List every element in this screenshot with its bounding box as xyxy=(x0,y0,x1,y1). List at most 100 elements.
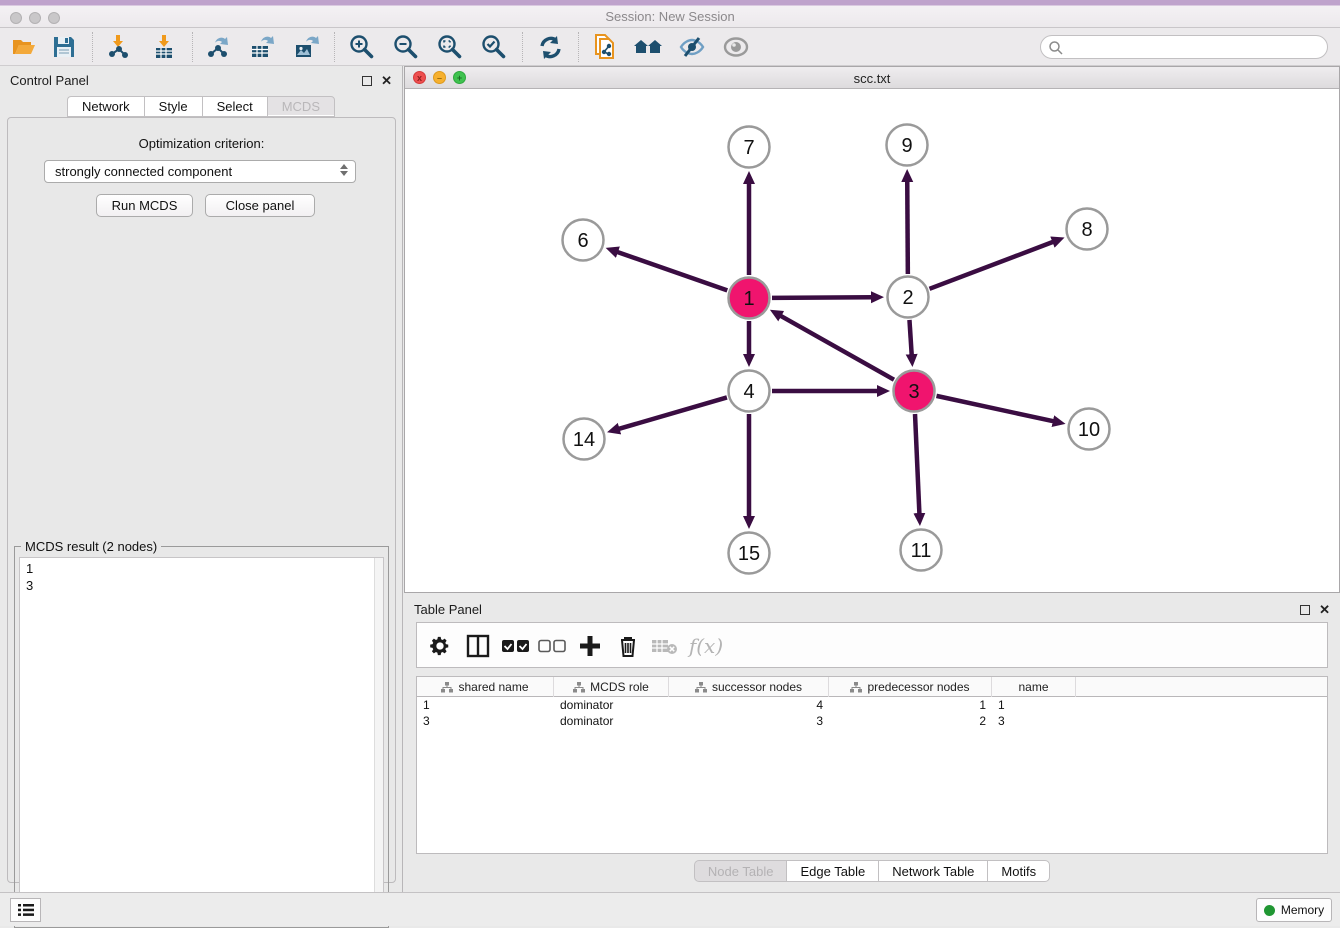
memory-button[interactable]: Memory xyxy=(1256,898,1332,922)
table-cell[interactable]: 3 xyxy=(992,713,1076,729)
zoom-out-button[interactable] xyxy=(388,31,424,63)
table-cell[interactable]: 1 xyxy=(992,697,1076,713)
close-panel-icon[interactable]: ✕ xyxy=(381,73,392,89)
show-all-networks-button[interactable] xyxy=(630,31,666,63)
delete-column-button[interactable] xyxy=(613,631,643,661)
column-header-MCDS-role[interactable]: MCDS role xyxy=(554,677,669,697)
table-cell[interactable]: 4 xyxy=(669,697,829,713)
edge-1-6[interactable] xyxy=(617,252,727,291)
mcds-result-textarea[interactable]: 1 3 xyxy=(19,557,384,923)
delete-table-icon xyxy=(652,637,678,655)
node-table-body: 1dominator4113dominator323 xyxy=(417,697,1327,729)
attribute-icon xyxy=(850,682,862,693)
table-settings-button[interactable] xyxy=(425,631,455,661)
edge-2-9[interactable] xyxy=(907,181,908,274)
table-row[interactable]: 1dominator411 xyxy=(417,697,1327,713)
zoom-selected-button[interactable] xyxy=(476,31,512,63)
close-table-panel-icon[interactable]: ✕ xyxy=(1319,602,1330,618)
tab-style[interactable]: Style xyxy=(144,96,202,117)
empty-boxes-icon xyxy=(538,638,566,654)
table-cell[interactable]: 3 xyxy=(669,713,829,729)
tab-motifs[interactable]: Motifs xyxy=(987,860,1050,882)
edge-3-11[interactable] xyxy=(915,414,919,514)
tab-edge-table[interactable]: Edge Table xyxy=(786,860,878,882)
tab-node-table[interactable]: Node Table xyxy=(694,860,787,882)
toolbar-separator xyxy=(578,32,579,62)
eye-icon xyxy=(722,35,750,59)
tab-select[interactable]: Select xyxy=(202,96,267,117)
table-cell[interactable]: 2 xyxy=(829,713,992,729)
mcds-result-title: MCDS result (2 nodes) xyxy=(21,539,161,554)
tab-network[interactable]: Network xyxy=(67,96,144,117)
zoom-fit-button[interactable] xyxy=(432,31,468,63)
edge-2-3[interactable] xyxy=(909,320,911,355)
edge-2-8[interactable] xyxy=(930,242,1054,289)
edge-3-1[interactable] xyxy=(780,316,894,380)
node-label-4: 4 xyxy=(743,381,754,403)
column-header-name[interactable]: name xyxy=(992,677,1076,697)
edge-4-14[interactable] xyxy=(619,397,727,429)
table-cell[interactable]: 1 xyxy=(417,697,554,713)
window-title: Session: New Session xyxy=(0,9,1340,24)
table-toolbar: f(x) xyxy=(416,622,1328,668)
column-header-shared-name[interactable]: shared name xyxy=(417,677,554,697)
search-icon xyxy=(1048,40,1064,56)
column-header-successor-nodes[interactable]: successor nodes xyxy=(669,677,829,697)
import-table-button[interactable] xyxy=(146,31,182,63)
attribute-icon xyxy=(573,682,585,693)
clear-selection-button[interactable] xyxy=(537,631,567,661)
delete-table-button[interactable] xyxy=(650,631,680,661)
export-image-icon xyxy=(293,34,319,60)
table-cell[interactable]: 3 xyxy=(417,713,554,729)
search-input[interactable] xyxy=(1067,38,1321,56)
float-panel-icon[interactable] xyxy=(362,76,372,86)
network-window-titlebar[interactable]: x – + scc.txt xyxy=(405,67,1339,89)
float-table-panel-icon[interactable] xyxy=(1300,605,1310,615)
column-header-predecessor-nodes[interactable]: predecessor nodes xyxy=(829,677,992,697)
network-canvas-area[interactable]: 7968124314101511 xyxy=(405,89,1339,592)
table-cell[interactable]: 1 xyxy=(829,697,992,713)
save-session-button[interactable] xyxy=(46,31,82,63)
hide-details-button[interactable] xyxy=(674,31,710,63)
task-history-button[interactable] xyxy=(10,898,41,922)
export-image-button[interactable] xyxy=(288,31,324,63)
zoom-selected-icon xyxy=(481,34,507,60)
control-panel-title: Control Panel xyxy=(10,73,89,88)
table-cell[interactable]: dominator xyxy=(554,697,669,713)
dropdown-stepper-icon xyxy=(340,164,348,176)
export-network-button[interactable] xyxy=(200,31,236,63)
result-scrollbar[interactable] xyxy=(374,558,383,922)
node-label-10: 10 xyxy=(1078,419,1100,441)
edge-1-2[interactable] xyxy=(772,297,872,298)
node-label-2: 2 xyxy=(902,287,913,309)
tab-network-table[interactable]: Network Table xyxy=(878,860,987,882)
network-view-window: x – + scc.txt 7968124314101511 xyxy=(404,66,1340,593)
search-box[interactable] xyxy=(1040,35,1328,59)
add-column-button[interactable] xyxy=(575,631,605,661)
open-session-button[interactable] xyxy=(6,31,42,63)
run-mcds-button[interactable]: Run MCDS xyxy=(96,194,193,217)
table-cell[interactable]: dominator xyxy=(554,713,669,729)
zoom-out-icon xyxy=(393,34,419,60)
show-details-button[interactable] xyxy=(718,31,754,63)
tab-mcds[interactable]: MCDS xyxy=(267,96,335,117)
node-label-14: 14 xyxy=(573,429,595,451)
select-all-button[interactable] xyxy=(501,631,531,661)
copy-network-button[interactable] xyxy=(586,31,622,63)
column-chooser-button[interactable] xyxy=(463,631,493,661)
import-network-button[interactable] xyxy=(100,31,136,63)
dropdown-value: strongly connected component xyxy=(55,164,232,179)
plus-icon xyxy=(579,635,601,657)
function-builder-button[interactable]: f(x) xyxy=(685,631,727,661)
optimization-criterion-dropdown[interactable]: strongly connected component xyxy=(44,160,356,183)
network-canvas[interactable]: 7968124314101511 xyxy=(405,89,1339,592)
edge-3-10[interactable] xyxy=(936,396,1053,421)
close-panel-button[interactable]: Close panel xyxy=(205,194,315,217)
table-row[interactable]: 3dominator323 xyxy=(417,713,1327,729)
export-table-button[interactable] xyxy=(244,31,280,63)
apply-layout-button[interactable] xyxy=(532,31,568,63)
node-table[interactable]: shared nameMCDS rolesuccessor nodesprede… xyxy=(416,676,1328,854)
zoom-fit-icon xyxy=(437,34,463,60)
zoom-in-button[interactable] xyxy=(344,31,380,63)
node-label-6: 6 xyxy=(577,230,588,252)
